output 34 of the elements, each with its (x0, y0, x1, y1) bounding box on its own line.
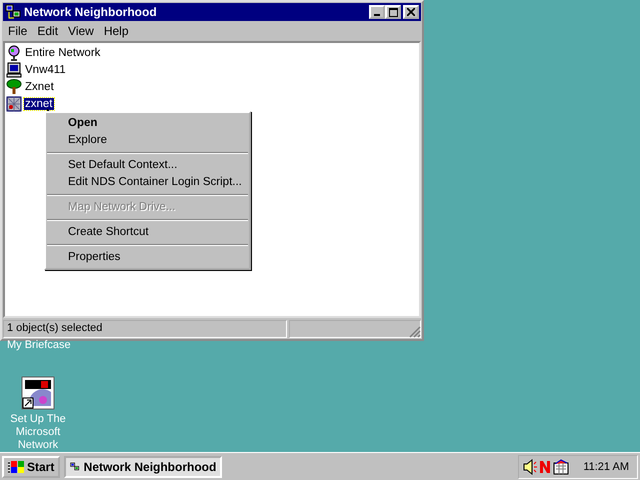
tree-icon (6, 78, 22, 94)
item-label[interactable]: Zxnet (24, 80, 55, 92)
msn-setup-icon[interactable] (21, 376, 55, 410)
resize-grip-icon[interactable] (409, 326, 421, 338)
context-menu-item[interactable]: Open (46, 115, 249, 132)
container-icon (6, 96, 22, 112)
menu-item[interactable]: Edit (32, 24, 64, 38)
network-computers-icon (5, 4, 21, 20)
taskbar-button[interactable]: Network Neighborhood (64, 456, 222, 478)
close-icon (407, 8, 415, 16)
item-label[interactable]: Entire Network (24, 46, 102, 58)
scheduler-icon[interactable] (553, 458, 570, 474)
context-menu-item[interactable]: Properties (46, 249, 249, 266)
menu-item[interactable]: Help (98, 24, 134, 38)
minimize-button[interactable] (369, 5, 385, 19)
context-menu-item[interactable]: Explore (46, 132, 249, 149)
clock[interactable]: 11:21 AM (583, 460, 629, 472)
window-title: Network Neighborhood (24, 5, 158, 19)
context-menu-item[interactable]: Edit NDS Container Login Script... (46, 174, 249, 191)
globe-icon (6, 44, 22, 60)
item-label[interactable]: zxnet (24, 98, 54, 110)
close-button[interactable] (403, 5, 419, 19)
menu-item[interactable]: View (63, 24, 99, 38)
start-button[interactable]: Start (2, 456, 60, 478)
windows-flag-icon (8, 460, 24, 474)
computer-icon (6, 62, 22, 78)
maximize-icon (388, 8, 398, 16)
maximize-button[interactable] (385, 5, 401, 19)
status-text: 1 object(s) selected (3, 320, 287, 338)
menu-item[interactable]: File (3, 24, 32, 38)
speaker-icon[interactable] (523, 458, 538, 474)
item-label[interactable]: Vnw411 (24, 64, 67, 76)
context-menu-item[interactable]: Set Default Context... (46, 157, 249, 174)
context-menu-item[interactable]: Create Shortcut (46, 224, 249, 241)
